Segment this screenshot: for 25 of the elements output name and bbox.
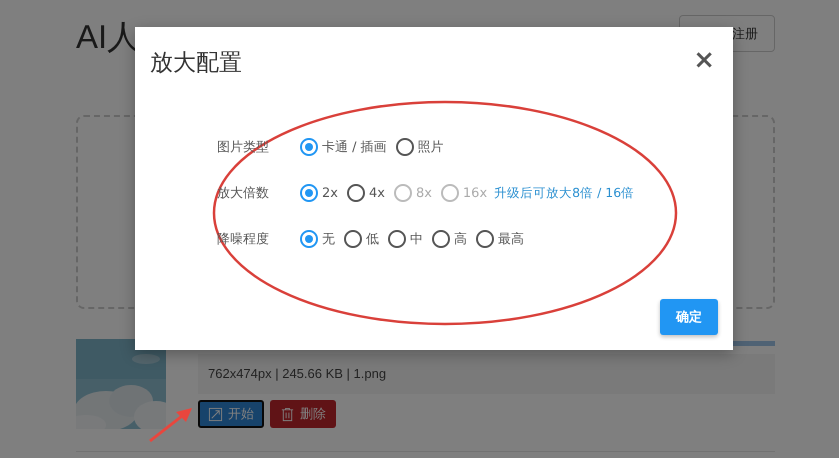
upgrade-link[interactable]: 升级后可放大8倍 / 16倍 (494, 184, 634, 202)
dialog-title: 放大配置 (150, 49, 242, 78)
radio-option[interactable]: 照片 (396, 138, 444, 156)
radio-option[interactable]: 低 (344, 230, 379, 248)
radio-button[interactable] (344, 230, 362, 248)
radio-option[interactable]: 中 (388, 230, 423, 248)
file-info: 762x474px | 245.66 KB | 1.png (198, 354, 775, 394)
trash-icon (280, 406, 295, 422)
radio-button[interactable] (396, 138, 414, 156)
close-button[interactable]: × (689, 47, 719, 73)
radio-option[interactable]: 卡通 / 插画 (300, 138, 387, 156)
annotation-arrow (149, 408, 192, 442)
radio-button[interactable] (300, 138, 318, 156)
radio-option[interactable]: 4x (346, 184, 385, 202)
radio-button[interactable] (346, 184, 365, 202)
radio-option[interactable]: 最高 (476, 230, 524, 248)
radio-option[interactable]: 高 (432, 230, 467, 248)
radio-option[interactable]: 无 (300, 230, 335, 248)
radio-button[interactable] (388, 230, 406, 248)
radio-button[interactable] (432, 230, 450, 248)
expand-icon (208, 406, 223, 422)
radio-option[interactable]: 2x (300, 184, 338, 202)
radio-button[interactable] (476, 230, 494, 248)
radio-button[interactable] (300, 230, 318, 248)
radio-button[interactable] (300, 184, 318, 202)
